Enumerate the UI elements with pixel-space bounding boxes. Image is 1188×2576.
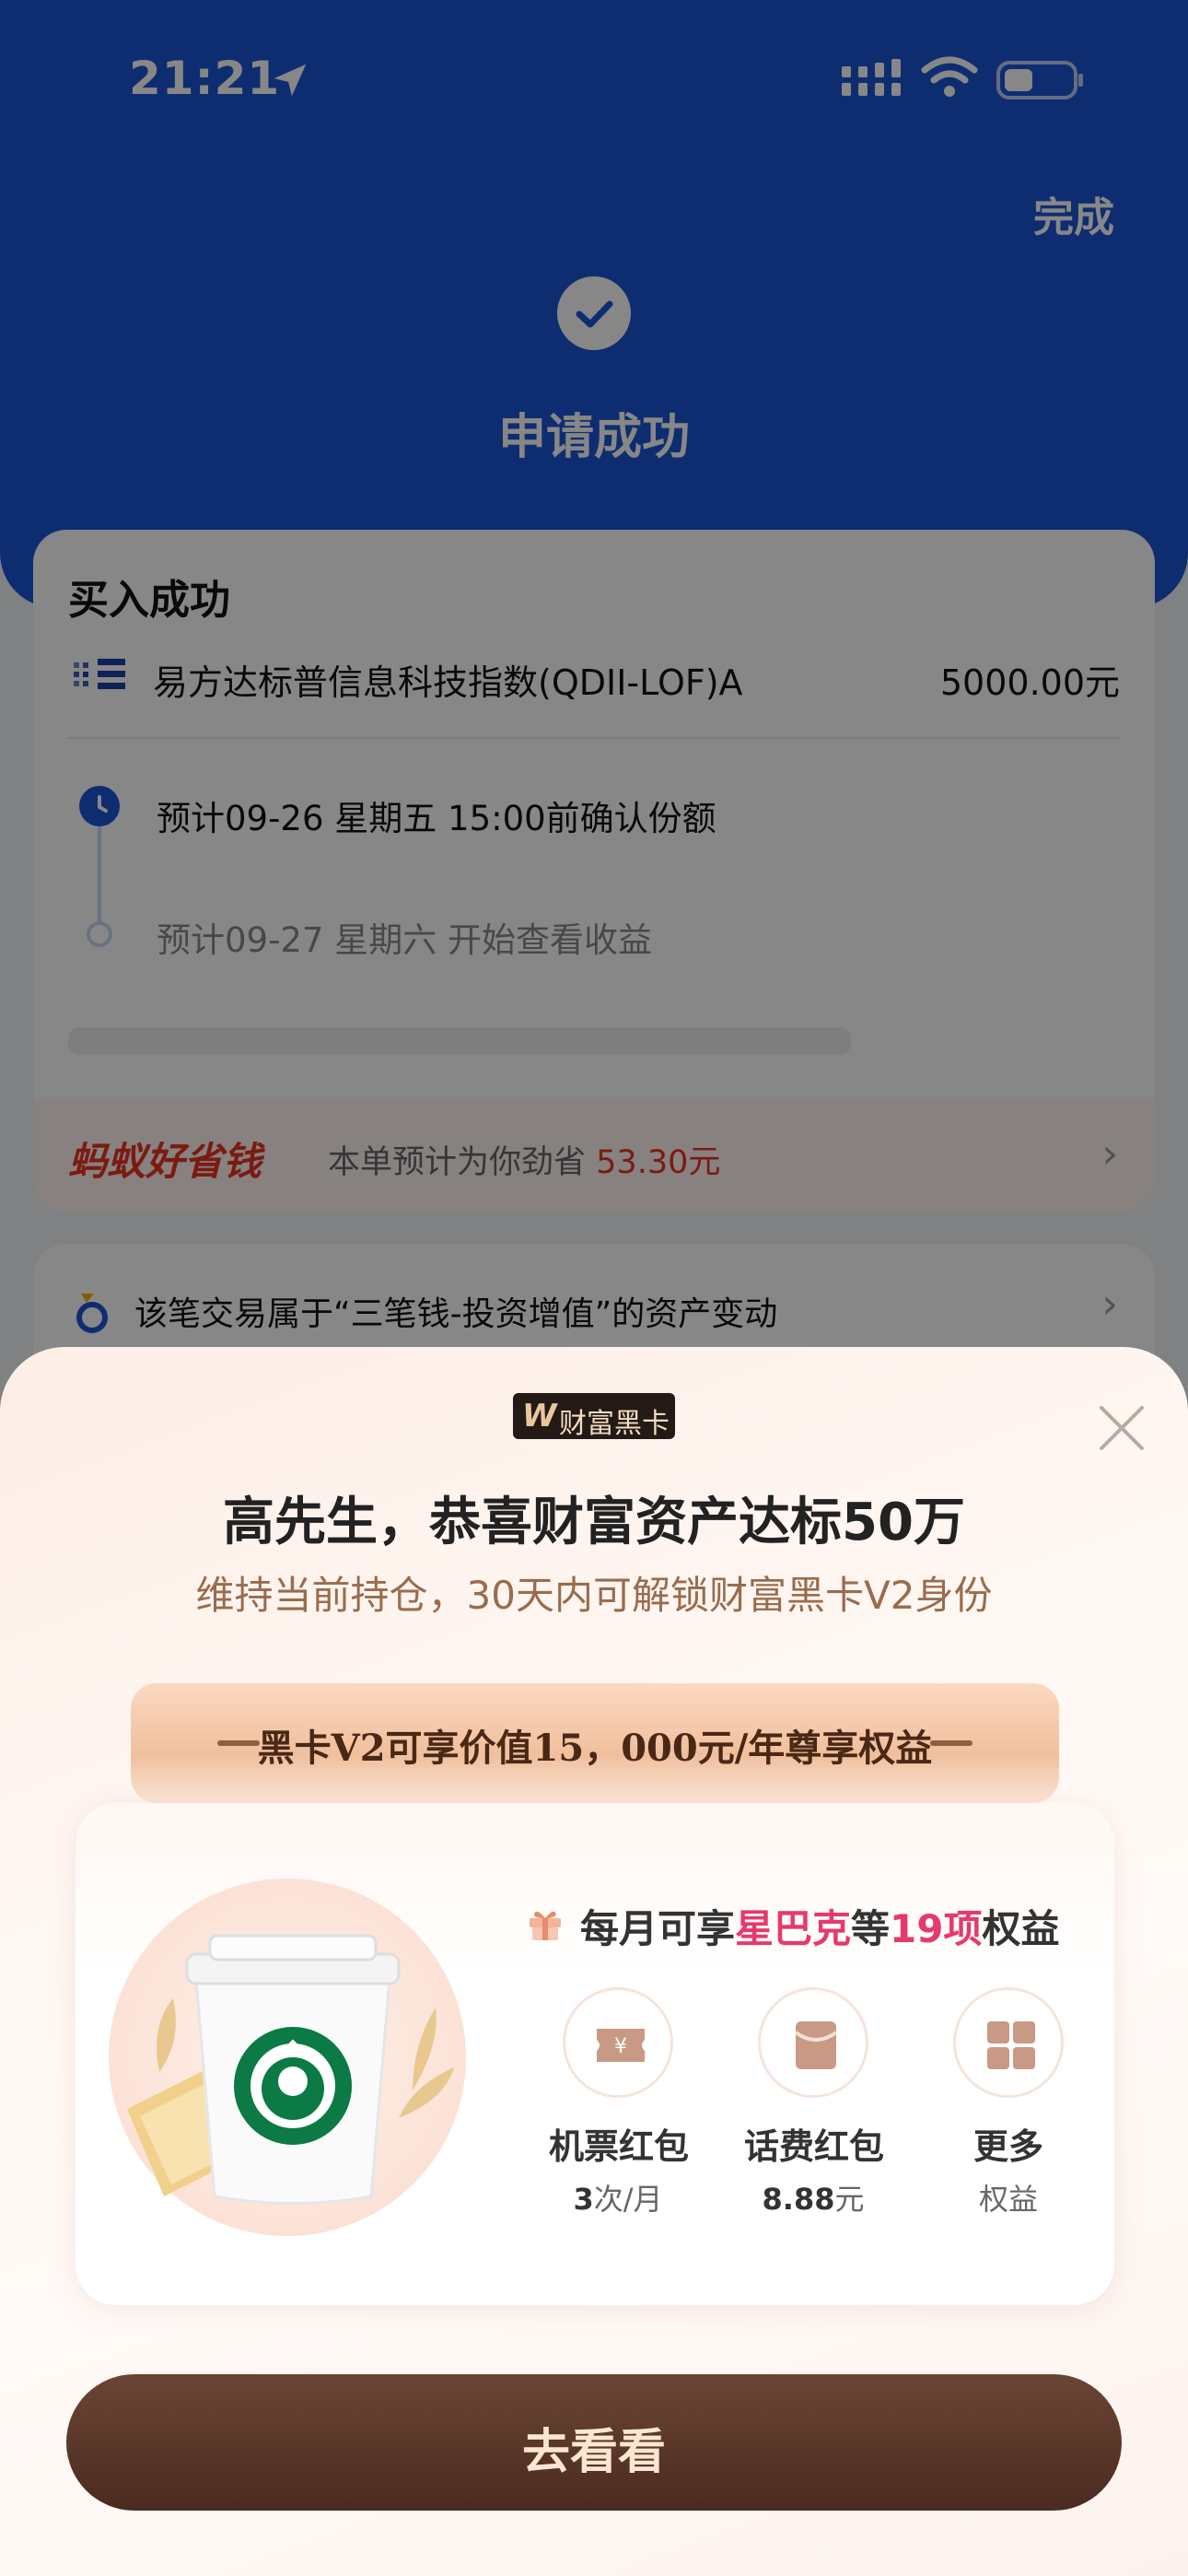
benefit-label: 话费红包 [744, 2126, 885, 2167]
benefit-flight-coupon[interactable]: ¥ 机票红包 3次/月 [549, 1987, 690, 2219]
gift-icon [530, 1911, 561, 1940]
value-ribbon: 黑卡V2可享价值15，000元/年尊享权益 [131, 1683, 1059, 1803]
benefit-value-unit: 元 [834, 2182, 865, 2217]
benefit-headline-mid: 等 [851, 1906, 891, 1951]
sheet-title: 高先生，恭喜财富资产达标50万 [223, 1493, 965, 1552]
benefit-brand: 星巴克 [735, 1906, 852, 1951]
benefit-phone-bill-coupon[interactable]: 话费红包 8.88元 [744, 1987, 885, 2219]
badge-text: 财富黑卡 [559, 1408, 670, 1440]
starbucks-cup-illustration [127, 1934, 454, 2205]
go-see-button[interactable]: 去看看 [66, 2374, 1122, 2511]
benefit-value: 3次/月 [549, 2176, 687, 2219]
benefit-value: 8.88元 [744, 2176, 882, 2219]
phone-bill-icon [758, 1987, 868, 2098]
ribbon-dash [930, 1740, 973, 1746]
benefit-value-unit: 次/月 [593, 2182, 663, 2217]
sheet-subtitle: 维持当前持仓，30天内可解锁财富黑卡V2身份 [195, 1573, 993, 1618]
benefit-headline: 每月可享星巴克等19项权益 [580, 1898, 1060, 1954]
close-icon[interactable] [1096, 1402, 1147, 1454]
wealth-black-card-badge: W 财富黑卡 [513, 1393, 675, 1440]
benefit-label: 机票红包 [549, 2126, 690, 2167]
ribbon-text: 黑卡V2可享价值15，000元/年尊享权益 [257, 1727, 933, 1770]
ticket-icon: ¥ [563, 1987, 673, 2098]
go-see-button-label: 去看看 [521, 2425, 666, 2480]
benefit-card[interactable]: 每月可享星巴克等19项权益 ¥ 机票红包 3次/月 话费红包 8.88元 更多 … [76, 1803, 1114, 2305]
benefit-value-number: 3 [573, 2182, 594, 2217]
benefit-headline-prefix: 每月可享 [580, 1906, 736, 1951]
benefit-value-unit: 权益 [978, 2182, 1038, 2217]
grid-icon [953, 1987, 1064, 2098]
benefit-headline-suffix: 权益 [982, 1906, 1060, 1951]
benefit-more[interactable]: 更多 权益 [939, 1987, 1077, 2219]
benefit-count: 19项 [890, 1906, 983, 1951]
benefit-label: 更多 [973, 2126, 1043, 2167]
badge-logo-mark: W [522, 1398, 557, 1434]
benefit-value: 权益 [939, 2176, 1077, 2219]
svg-text:¥: ¥ [614, 2035, 627, 2058]
benefit-value-number: 8.88 [762, 2182, 835, 2217]
black-card-sheet: W 财富黑卡 高先生，恭喜财富资产达标50万 维持当前持仓，30天内可解锁财富黑… [0, 1347, 1188, 2576]
